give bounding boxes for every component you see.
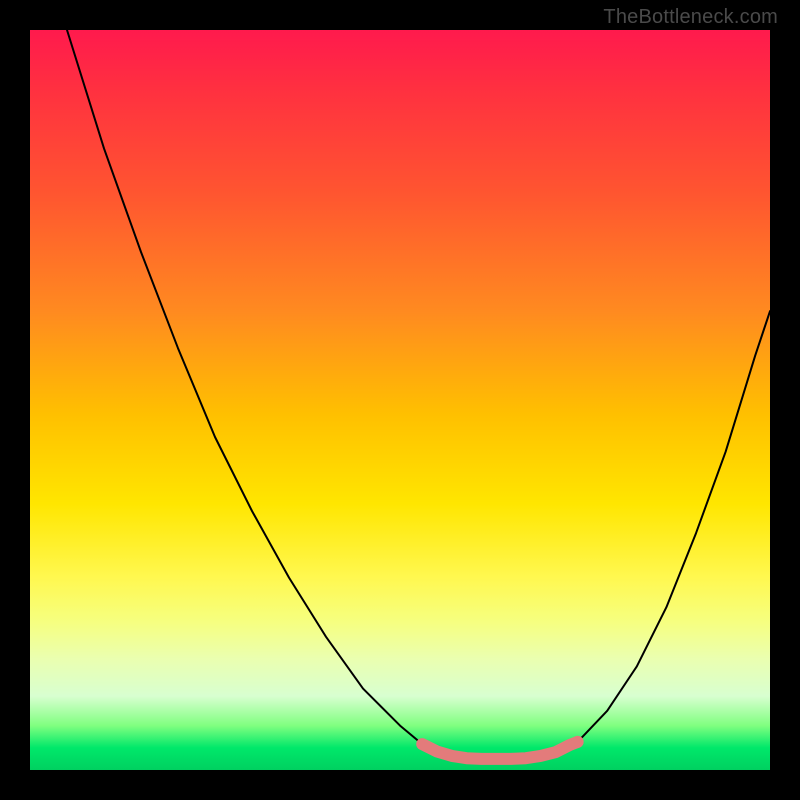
chart-frame: TheBottleneck.com [0,0,800,800]
series-right-branch [578,311,770,742]
watermark-text: TheBottleneck.com [603,6,778,29]
plot-area [30,30,770,770]
series-left-branch [67,30,422,744]
series-marker-band [422,742,577,759]
marker-dot [572,736,584,748]
chart-svg [30,30,770,770]
